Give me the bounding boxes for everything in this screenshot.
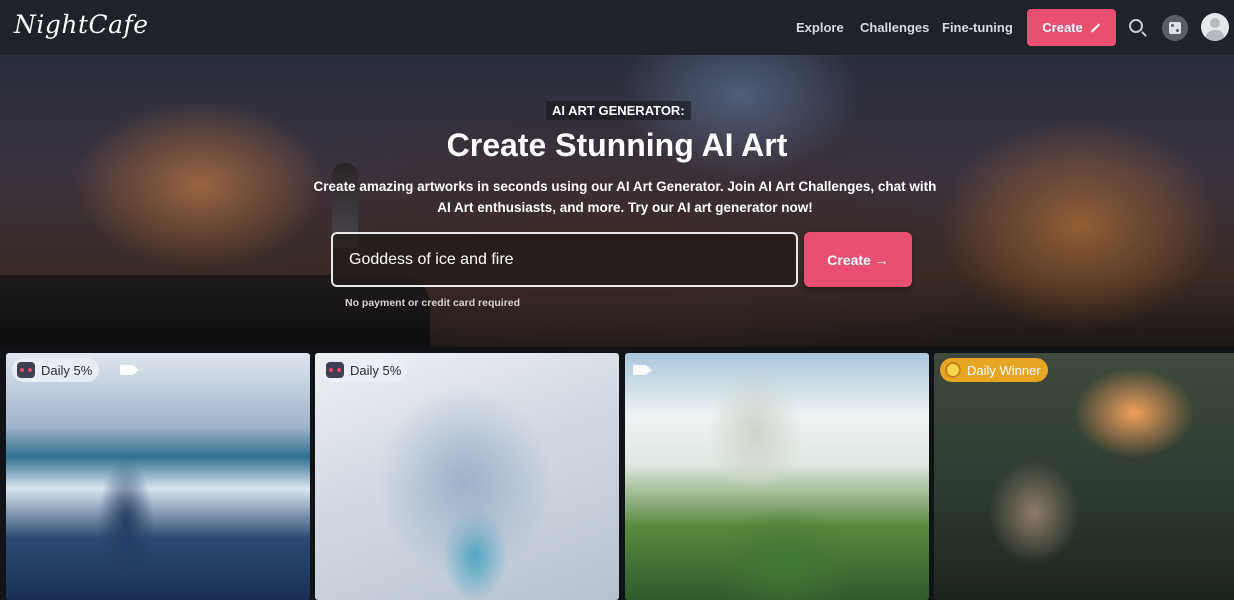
nav-link-challenges[interactable]: Challenges <box>860 20 929 35</box>
artwork-card-3[interactable] <box>625 353 929 600</box>
hero-banner: AI ART GENERATOR: Create Stunning AI Art… <box>0 55 1234 347</box>
pencil-icon <box>1090 22 1100 33</box>
artwork-card-4[interactable]: Daily Winner <box>934 353 1234 600</box>
nightcafe-logo[interactable]: NightCafe <box>14 10 149 39</box>
daily-badge: Daily 5% <box>12 358 100 382</box>
no-payment-note: No payment or credit card required <box>345 297 521 309</box>
daily-winner-badge: Daily Winner <box>940 358 1048 382</box>
hero-title: Create Stunning AI Art <box>446 127 788 163</box>
hero-eyebrow: AI ART GENERATOR: <box>546 101 691 120</box>
nav-link-fine-tuning[interactable]: Fine-tuning <box>942 20 1013 35</box>
daily-badge: Daily 5% <box>321 358 409 382</box>
artwork-card-2[interactable]: Daily 5% <box>315 353 619 600</box>
hero-subtitle: Create amazing artworks in seconds using… <box>313 179 937 215</box>
badge-label: Daily 5% <box>41 362 93 378</box>
video-icon <box>120 365 134 375</box>
artwork-gallery: Daily 5% Daily 5% Daily Winner <box>0 347 1234 600</box>
dice-icon[interactable] <box>1162 15 1188 41</box>
video-icon <box>633 365 647 375</box>
user-avatar[interactable] <box>1201 13 1229 41</box>
hero-create-button[interactable]: Create → <box>804 232 912 287</box>
medal-icon <box>945 362 961 378</box>
badge-label: Daily Winner <box>967 362 1041 378</box>
search-icon[interactable] <box>1129 19 1143 33</box>
prompt-input[interactable] <box>331 232 798 287</box>
nav-create-button[interactable]: Create <box>1027 9 1116 46</box>
nav-create-label: Create <box>1042 20 1083 35</box>
robot-icon <box>326 362 344 378</box>
robot-icon <box>17 362 35 378</box>
badge-label: Daily 5% <box>350 362 402 378</box>
artwork-card-1[interactable]: Daily 5% <box>6 353 310 600</box>
nav-link-explore[interactable]: Explore <box>796 20 844 35</box>
top-navigation-bar: NightCafe Explore Challenges Fine-tuning… <box>0 0 1234 55</box>
dice-face <box>1169 22 1181 34</box>
